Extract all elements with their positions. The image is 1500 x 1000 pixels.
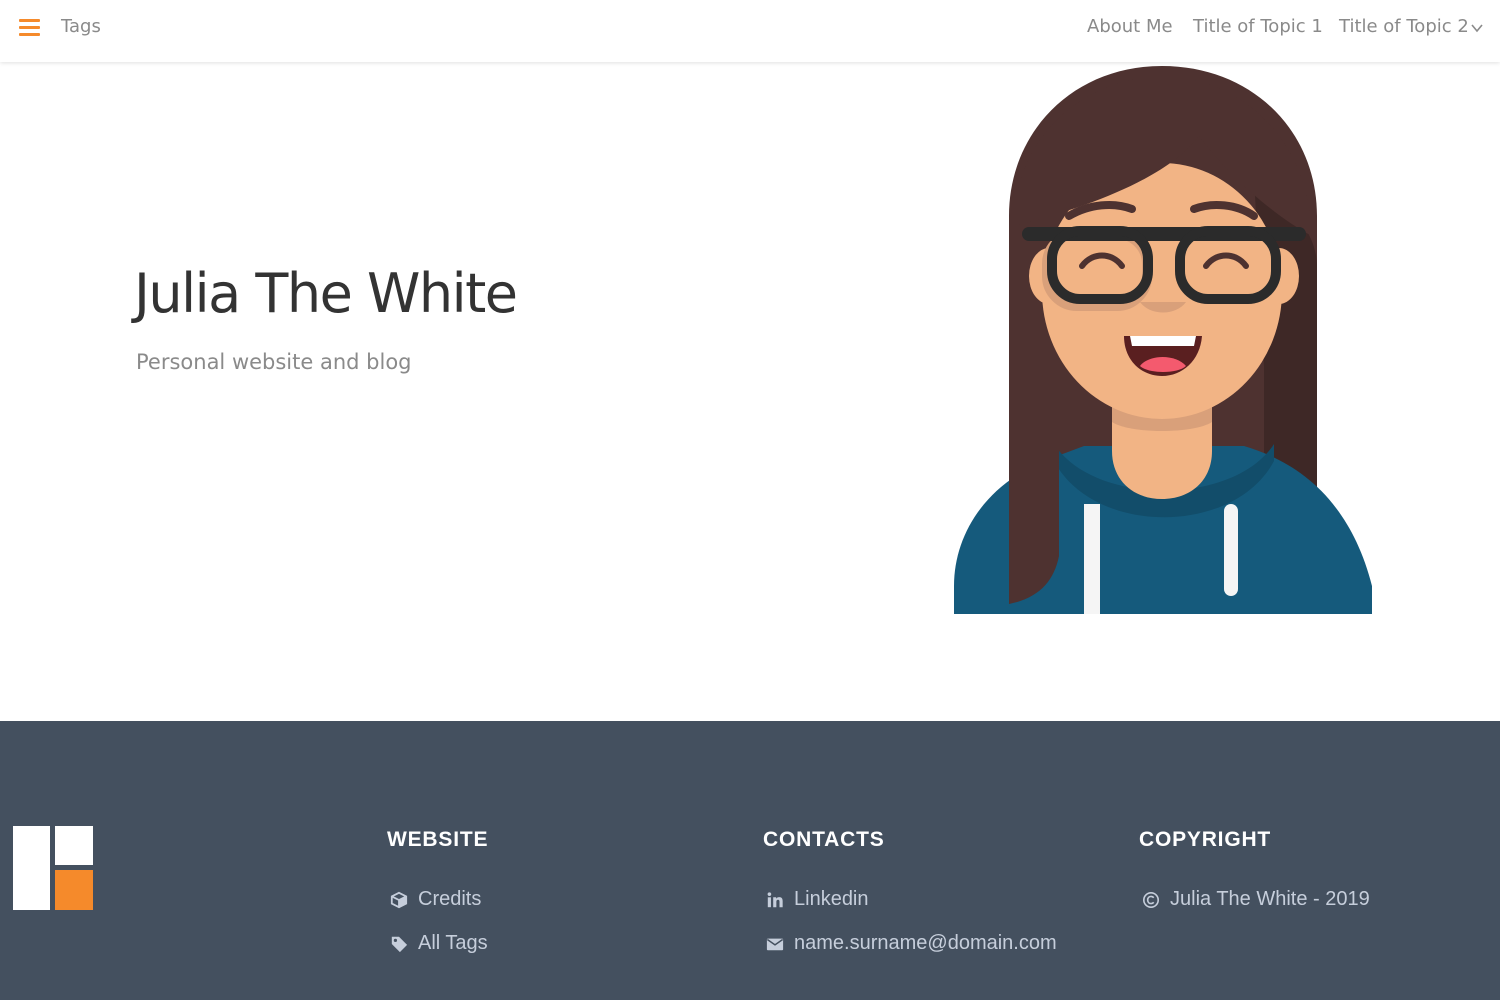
- footer-email-label: name.surname@domain.com: [794, 932, 1057, 954]
- site-logo-icon[interactable]: [13, 826, 93, 910]
- footer-credits-label: Credits: [418, 888, 482, 910]
- footer-copyright-label: Julia The White - 2019: [1170, 888, 1370, 910]
- avatar-illustration: [954, 66, 1372, 614]
- envelope-icon: [766, 938, 784, 951]
- linkedin-icon: [767, 892, 783, 908]
- footer-copyright-heading: COPYRIGHT: [1139, 828, 1272, 851]
- top-navbar: Tags About Me Title of Topic 1 Title of …: [0, 0, 1500, 62]
- footer-contacts-heading: CONTACTS: [763, 828, 885, 851]
- page-title: Julia The White: [134, 262, 518, 325]
- footer-website-heading: WEBSITE: [387, 828, 489, 851]
- chevron-down-icon[interactable]: [1470, 21, 1484, 35]
- cube-icon: [390, 891, 408, 909]
- copyright-icon: [1142, 891, 1160, 909]
- nav-about-me-link[interactable]: About Me: [1087, 16, 1173, 37]
- tag-icon: [391, 936, 408, 953]
- footer-copyright-column: COPYRIGHT Julia The White - 2019: [1139, 828, 1370, 910]
- footer-all-tags-label: All Tags: [418, 932, 488, 954]
- site-footer: WEBSITE Credits All Tags CONTACTS Linked…: [0, 721, 1500, 1000]
- footer-website-column: WEBSITE Credits All Tags: [387, 828, 489, 954]
- nav-topic-1-link[interactable]: Title of Topic 1: [1193, 16, 1323, 37]
- page-subtitle: Personal website and blog: [136, 350, 412, 374]
- footer-contacts-column: CONTACTS Linkedin name.surname@domain.co…: [763, 828, 1057, 954]
- nav-topic-2-dropdown[interactable]: Title of Topic 2: [1339, 16, 1469, 37]
- footer-linkedin-label: Linkedin: [794, 888, 869, 910]
- nav-tags-link[interactable]: Tags: [61, 16, 101, 37]
- hamburger-menu-icon[interactable]: [19, 18, 41, 38]
